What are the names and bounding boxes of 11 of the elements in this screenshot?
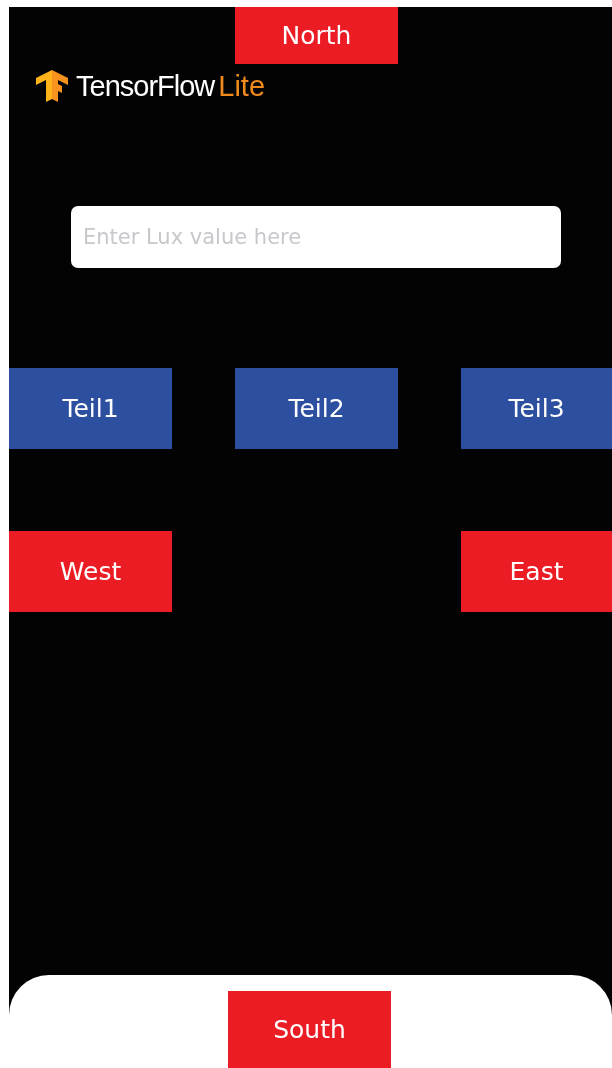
south-button[interactable]: South — [228, 991, 391, 1068]
part-button[interactable]: Teil1 — [9, 368, 172, 449]
west-button[interactable]: West — [9, 531, 172, 612]
north-button[interactable]: North — [235, 7, 398, 64]
part-button[interactable]: Teil3 — [461, 368, 612, 449]
logo-text: TensorFlow — [76, 69, 215, 103]
east-button[interactable]: East — [461, 531, 612, 612]
part-button[interactable]: Teil2 — [235, 368, 398, 449]
logo-suffix: Lite — [218, 69, 266, 103]
logo-icon — [34, 68, 70, 104]
lux-input-field[interactable]: Enter Lux value here — [71, 206, 561, 268]
